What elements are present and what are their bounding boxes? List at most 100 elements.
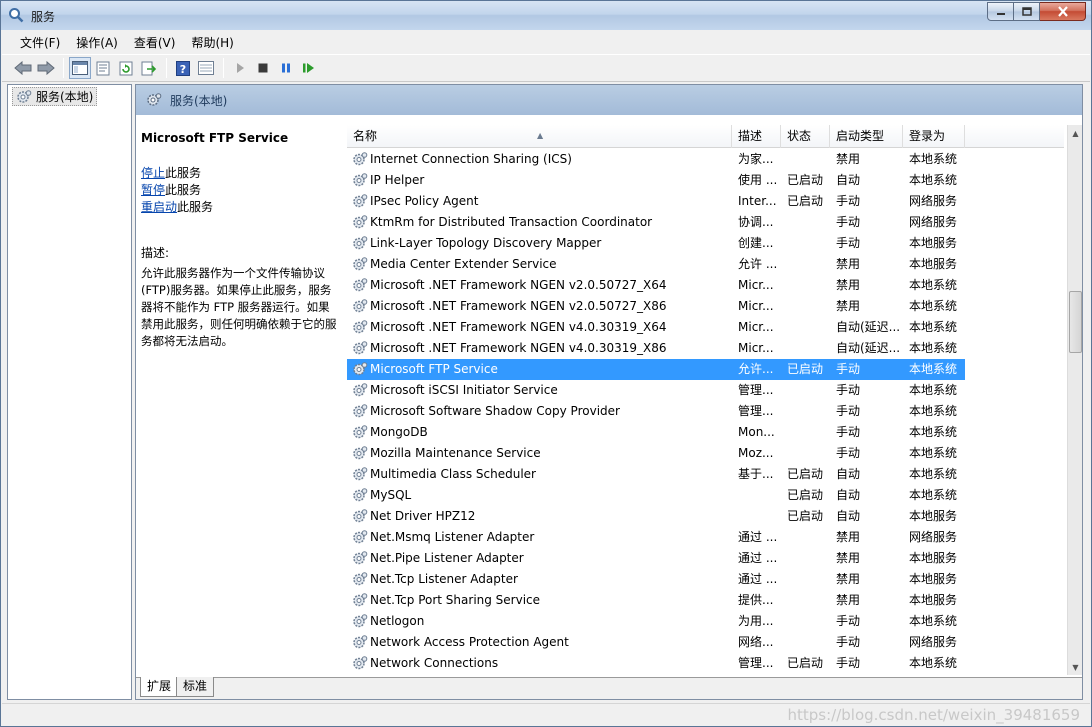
service-status	[787, 632, 835, 653]
console-tree-button[interactable]	[69, 57, 91, 79]
column-description[interactable]: 描述	[732, 125, 781, 148]
close-icon	[1057, 6, 1068, 17]
service-row[interactable]: KtmRm for Distributed Transaction Coordi…	[347, 212, 965, 233]
start-service-button[interactable]	[229, 57, 251, 79]
service-startup-type: 自动	[836, 173, 861, 187]
maximize-button[interactable]	[1014, 2, 1040, 21]
restart-service-link[interactable]: 重启动	[141, 200, 177, 214]
service-log-on-as: 本地服务	[909, 509, 958, 523]
service-row[interactable]: Net.Tcp Listener Adapter 通过 ... 禁用 本地服务	[347, 569, 965, 590]
service-gear-icon	[352, 340, 368, 356]
service-row[interactable]: Microsoft Software Shadow Copy Provider 管…	[347, 401, 965, 422]
service-startup-type: 手动	[836, 404, 861, 418]
service-description: Micr...	[738, 341, 774, 355]
back-button[interactable]	[12, 57, 34, 79]
menu-help[interactable]: 帮助(H)	[183, 32, 241, 53]
restart-icon	[303, 63, 314, 73]
service-startup-type: 禁用	[836, 530, 861, 544]
service-row[interactable]: Microsoft .NET Framework NGEN v4.0.30319…	[347, 317, 965, 338]
stop-service-link[interactable]: 停止	[141, 166, 165, 180]
service-row[interactable]: Link-Layer Topology Discovery Mapper 创建..…	[347, 233, 965, 254]
export-list-button[interactable]	[138, 57, 160, 79]
service-row[interactable]: Microsoft .NET Framework NGEN v2.0.50727…	[347, 296, 965, 317]
title-bar[interactable]: 服务	[1, 1, 1091, 30]
menu-view[interactable]: 查看(V)	[126, 32, 184, 53]
scroll-up-button[interactable]: ▲	[1068, 125, 1083, 141]
service-startup-type: 自动	[836, 488, 861, 502]
service-name: Internet Connection Sharing (ICS)	[370, 152, 572, 166]
restart-service-button[interactable]	[298, 57, 320, 79]
service-name: Media Center Extender Service	[370, 257, 557, 271]
scroll-down-button[interactable]: ▼	[1068, 659, 1083, 675]
scroll-thumb[interactable]	[1069, 291, 1082, 353]
service-row[interactable]: Net.Tcp Port Sharing Service 提供... 禁用 本地服务	[347, 590, 965, 611]
service-row[interactable]: IPsec Policy Agent Inter... 已启动 手动 网络服务	[347, 191, 965, 212]
pause-service-button[interactable]	[275, 57, 297, 79]
close-button[interactable]	[1040, 2, 1086, 21]
service-row[interactable]: Microsoft iSCSI Initiator Service 管理... 手动…	[347, 380, 965, 401]
toolbar: ?	[2, 54, 1090, 82]
service-status: 已启动	[787, 488, 824, 502]
service-row[interactable]: Microsoft .NET Framework NGEN v4.0.30319…	[347, 338, 965, 359]
service-log-on-as: 本地系统	[909, 320, 958, 334]
stop-service-button[interactable]	[252, 57, 274, 79]
column-status[interactable]: 状态	[781, 125, 830, 148]
service-row[interactable]: Mozilla Maintenance Service Moz... 手动 本地系统	[347, 443, 965, 464]
column-log-on-as[interactable]: 登录为	[903, 125, 965, 148]
refresh-button[interactable]	[115, 57, 137, 79]
help-button[interactable]: ?	[172, 57, 194, 79]
service-row[interactable]: Media Center Extender Service 允许 ... 禁用 本地服…	[347, 254, 965, 275]
service-startup-type: 手动	[836, 236, 861, 250]
service-startup-type: 禁用	[836, 551, 861, 565]
service-row[interactable]: Net Driver HPZ12 已启动 自动 本地服务	[347, 506, 965, 527]
back-icon	[14, 61, 32, 75]
tab-standard[interactable]: 标准	[176, 677, 215, 697]
vertical-scrollbar[interactable]: ▲ ▼	[1067, 125, 1082, 675]
tree-node-services-local[interactable]: 服务(本地)	[12, 87, 98, 106]
tab-extended[interactable]: 扩展	[140, 677, 179, 697]
service-row[interactable]: Network Connections 管理... 已启动 手动 本地系统	[347, 653, 965, 674]
service-startup-type: 禁用	[836, 299, 861, 313]
service-row[interactable]: Internet Connection Sharing (ICS) 为家... 禁用…	[347, 149, 965, 170]
minimize-button[interactable]	[987, 2, 1014, 21]
status-bar: https://blog.csdn.net/weixin_39481659	[2, 703, 1090, 726]
service-row[interactable]: Multimedia Class Scheduler 基于... 已启动 自动 本地系统	[347, 464, 965, 485]
service-name: Link-Layer Topology Discovery Mapper	[370, 236, 602, 250]
service-name: Net.Pipe Listener Adapter	[370, 551, 524, 565]
services-window: 服务 文件(F) 操作(A) 查看(V) 帮助(H) ? 服务(本地) 服务(本…	[0, 0, 1092, 727]
pause-service-link[interactable]: 暂停	[141, 183, 165, 197]
service-status	[787, 149, 835, 170]
service-row[interactable]: MySQL 已启动 自动 本地系统	[347, 485, 965, 506]
properties-button[interactable]	[92, 57, 114, 79]
service-log-on-as: 本地系统	[909, 173, 958, 187]
service-row[interactable]: MongoDB Mon... 手动 本地系统	[347, 422, 965, 443]
service-log-on-as: 本地系统	[909, 404, 958, 418]
service-gear-icon	[352, 445, 368, 461]
service-row[interactable]: Network Access Protection Agent 网络... 手动 网络…	[347, 632, 965, 653]
service-description: Micr...	[738, 320, 774, 334]
service-description: Micr...	[738, 278, 774, 292]
column-startup-type[interactable]: 启动类型	[830, 125, 903, 148]
toolbar-separator	[223, 58, 224, 78]
column-description-label: 描述	[738, 129, 763, 143]
service-row[interactable]: Microsoft .NET Framework NGEN v2.0.50727…	[347, 275, 965, 296]
service-name: Net Driver HPZ12	[370, 509, 476, 523]
menu-file[interactable]: 文件(F)	[12, 32, 68, 53]
forward-button[interactable]	[35, 57, 57, 79]
service-name: Microsoft FTP Service	[370, 362, 498, 376]
properties-icon	[96, 61, 110, 75]
service-status	[787, 611, 835, 632]
service-log-on-as: 本地系统	[909, 362, 958, 376]
service-row[interactable]: IP Helper 使用 ... 已启动 自动 本地系统	[347, 170, 965, 191]
service-row[interactable]: Net.Msmq Listener Adapter 通过 ... 禁用 网络服务	[347, 527, 965, 548]
service-row[interactable]: Net.Pipe Listener Adapter 通过 ... 禁用 本地服务	[347, 548, 965, 569]
service-row[interactable]: Netlogon 为用... 手动 本地系统	[347, 611, 965, 632]
service-row-selected[interactable]: Microsoft FTP Service 允许... 已启动 手动 本地系统	[347, 359, 965, 380]
service-description: 允许...	[738, 362, 774, 376]
console-tree-icon	[72, 61, 88, 75]
service-description	[738, 485, 784, 506]
service-startup-type: 自动	[836, 467, 861, 481]
menu-action[interactable]: 操作(A)	[68, 32, 126, 53]
column-name[interactable]: 名称 ▲	[347, 125, 732, 148]
details-view-button[interactable]	[195, 57, 217, 79]
